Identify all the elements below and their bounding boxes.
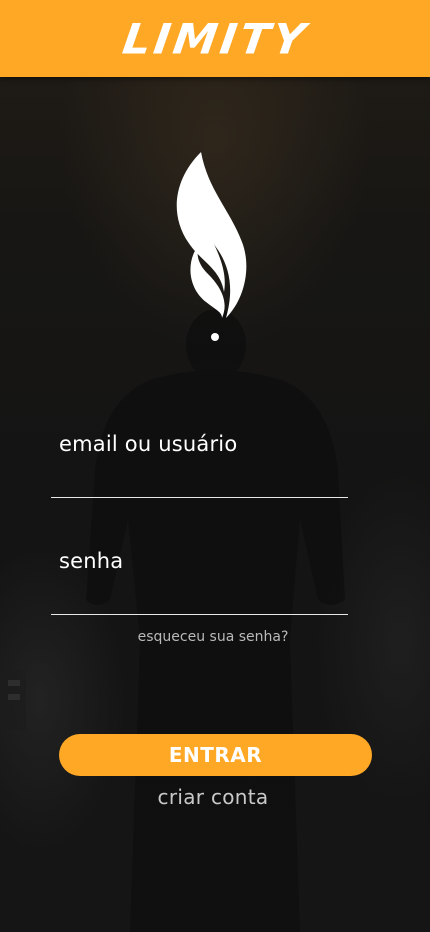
- login-screen: LIMITY email ou usuário senha esqueceu s…: [0, 0, 430, 932]
- password-field[interactable]: senha: [51, 537, 348, 615]
- password-placeholder: senha: [59, 549, 124, 573]
- flame-icon: [176, 152, 247, 341]
- enter-button[interactable]: ENTRAR: [59, 734, 372, 776]
- email-placeholder: email ou usuário: [59, 432, 238, 456]
- brand-logo-text: LIMITY: [119, 14, 311, 64]
- email-field[interactable]: email ou usuário: [51, 420, 348, 498]
- top-bar: LIMITY: [0, 0, 430, 77]
- create-account-link[interactable]: criar conta: [0, 785, 426, 809]
- forgot-password-link[interactable]: esqueceu sua senha?: [0, 629, 426, 645]
